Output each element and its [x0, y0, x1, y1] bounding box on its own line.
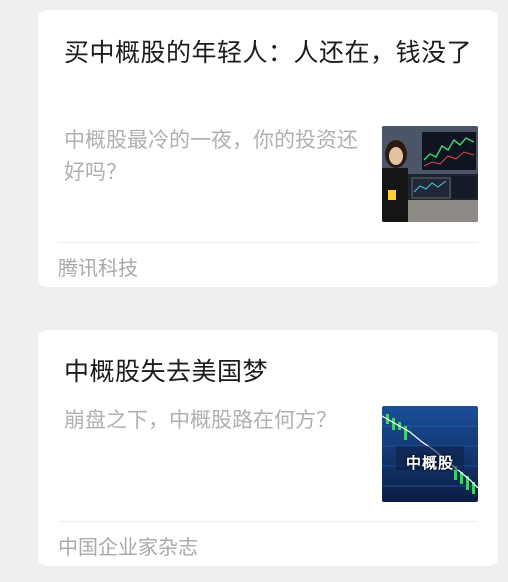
- article-title[interactable]: 买中概股的年轻人：人还在，钱没了: [64, 34, 472, 71]
- divider: [58, 521, 478, 522]
- article-summary: 崩盘之下，中概股路在何方？: [64, 408, 337, 432]
- article-source[interactable]: 腾讯科技: [58, 252, 138, 281]
- thumbnail-caption: 中概股: [405, 454, 454, 472]
- article-title[interactable]: 中概股失去美国梦: [64, 353, 472, 390]
- article-thumbnail[interactable]: 中概股: [382, 406, 478, 502]
- article-card[interactable]: 买中概股的年轻人：人还在，钱没了 中概股最冷的一夜，你的投资还好吗？ 腾讯科技: [38, 10, 498, 287]
- article-summary: 中概股最冷的一夜，你的投资还好吗？: [64, 128, 358, 184]
- article-thumbnail[interactable]: [382, 126, 478, 222]
- trader-photo-image: [382, 126, 478, 222]
- article-card[interactable]: 中概股失去美国梦 崩盘之下，中概股路在何方？ 中概股 中国企业家杂志: [38, 330, 498, 566]
- article-source[interactable]: 中国企业家杂志: [58, 531, 198, 560]
- divider: [58, 242, 478, 243]
